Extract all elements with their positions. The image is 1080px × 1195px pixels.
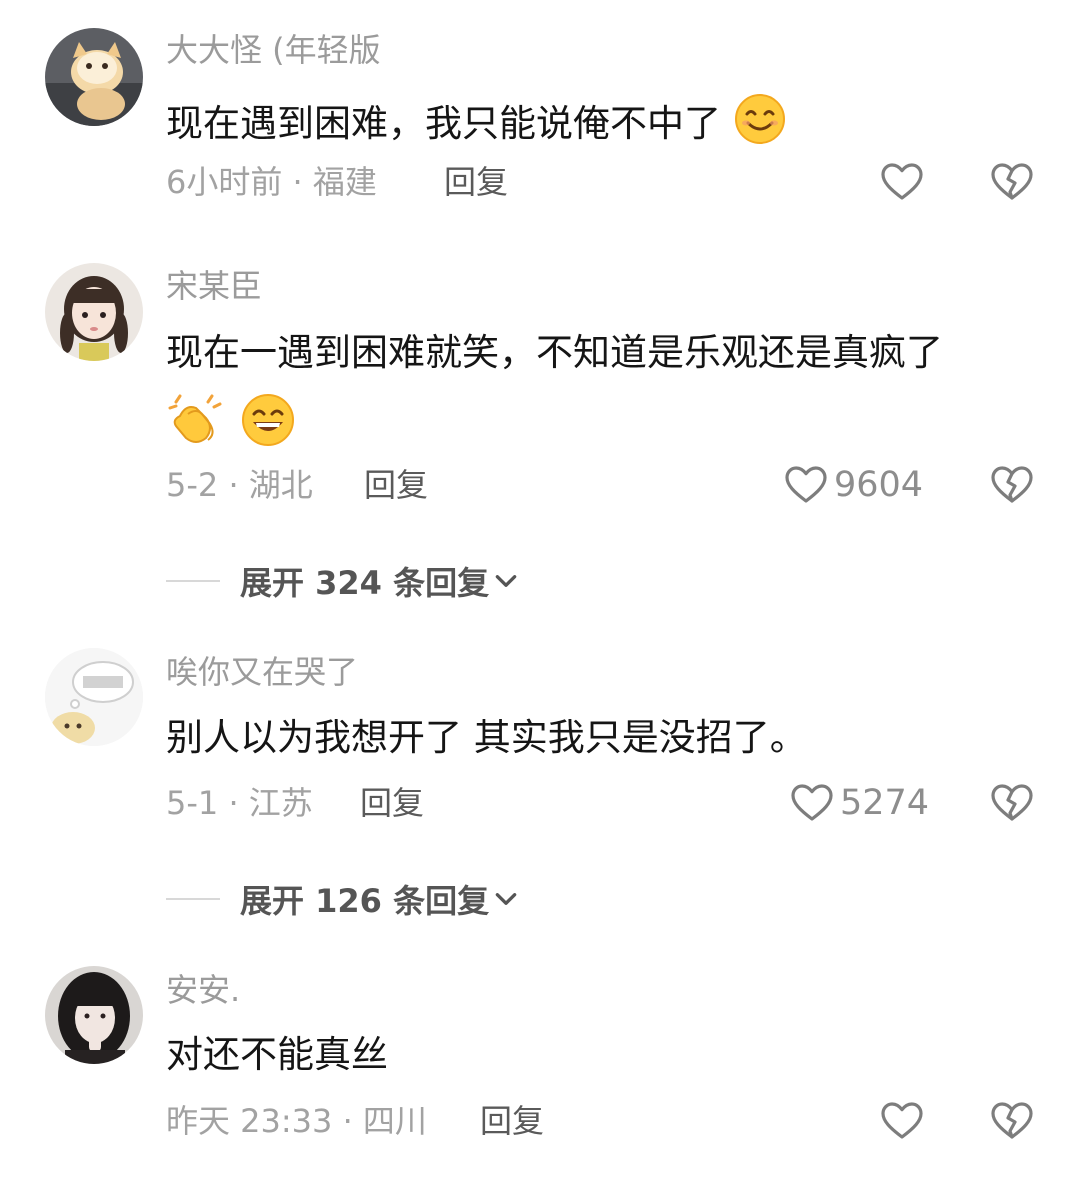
comment-username[interactable]: 安安. [166,970,240,1010]
avatar[interactable] [45,966,143,1064]
reply-button[interactable]: 回复 [480,1101,544,1141]
like-button[interactable] [880,1101,924,1141]
comment-meta: 昨天 23:33 · 四川 [166,1102,427,1140]
comment-text: 对还不能真丝 [166,1033,388,1076]
comment-item: 安安. 对还不能真丝 昨天 23:33 · 四川 回复 [0,0,1080,1195]
broken-heart-icon[interactable] [990,1101,1034,1141]
heart-outline-icon [880,1101,924,1141]
